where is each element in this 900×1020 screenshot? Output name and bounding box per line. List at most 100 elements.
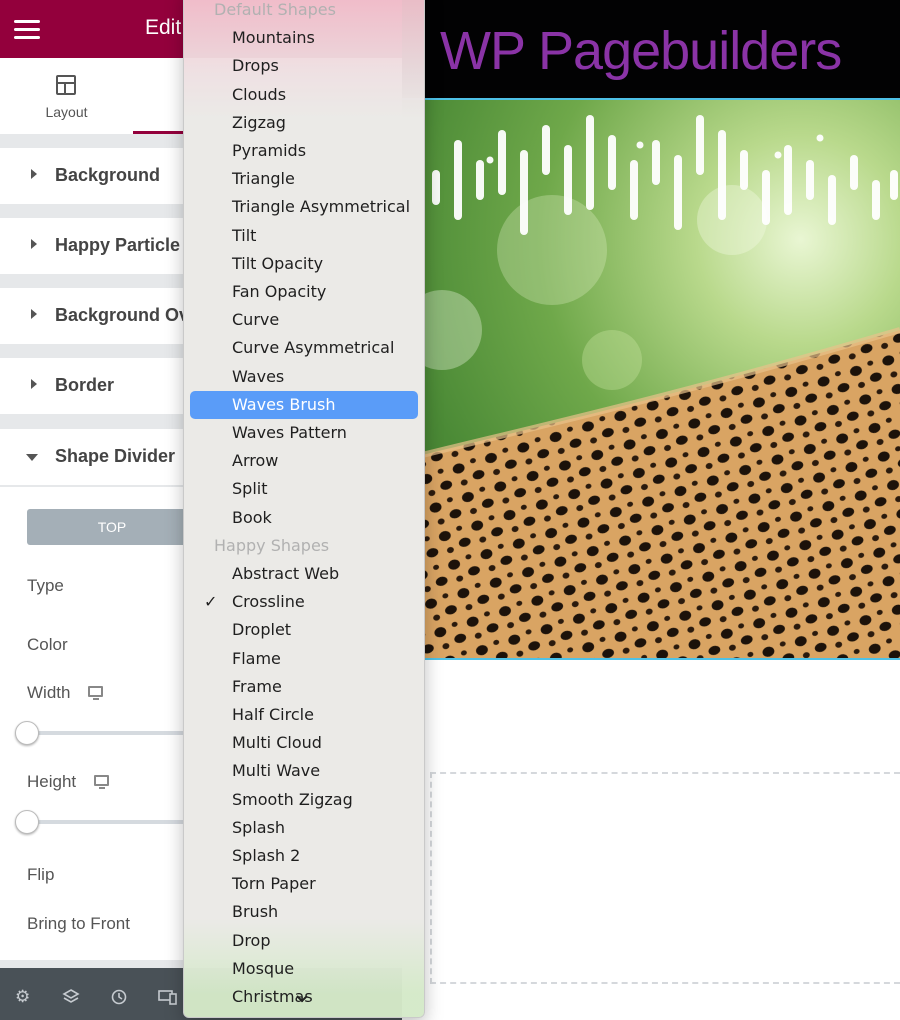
- dropdown-group-label: Default Shapes: [214, 0, 336, 19]
- dropdown-option[interactable]: Pyramids: [190, 137, 418, 165]
- dropdown-option-label: Multi Cloud: [232, 733, 322, 753]
- tab-layout-label: Layout: [45, 104, 88, 120]
- dropdown-option[interactable]: Brush: [190, 898, 418, 926]
- dropdown-option[interactable]: Droplet: [190, 616, 418, 644]
- dropdown-option-label: Drops: [232, 56, 279, 76]
- dropdown-option[interactable]: Flame: [190, 645, 418, 673]
- width-label: Width: [27, 683, 71, 702]
- panel-title: Edit: [145, 16, 182, 39]
- bring-to-front-label: Bring to Front: [27, 914, 130, 933]
- dropdown-option-label: Triangle: [232, 169, 295, 189]
- dropdown-option-label: Torn Paper: [232, 874, 316, 894]
- dropdown-option[interactable]: Fan Opacity: [190, 278, 418, 306]
- history-icon[interactable]: [110, 988, 128, 1009]
- dropdown-option[interactable]: Book: [190, 504, 418, 532]
- dropdown-option-label: Flame: [232, 648, 281, 668]
- caret-right-icon: [31, 169, 37, 179]
- layers-icon[interactable]: [62, 988, 80, 1009]
- dropdown-option-label: Tilt Opacity: [232, 253, 324, 273]
- dropdown-option[interactable]: Waves: [190, 363, 418, 391]
- dropdown-option[interactable]: ✓ Crossline: [190, 588, 418, 616]
- dropdown-option[interactable]: Splash: [190, 814, 418, 842]
- hero-section[interactable]: [402, 98, 900, 660]
- dropdown-option-label: Waves: [232, 366, 285, 386]
- dropdown-option[interactable]: Half Circle: [190, 701, 418, 729]
- shape-type-dropdown[interactable]: Default Shapes Mountains Drops Clouds Zigzag…: [183, 0, 425, 1018]
- desktop-icon[interactable]: [94, 775, 109, 789]
- dropdown-option-label: Crossline: [232, 592, 305, 612]
- dropdown-option-label: Frame: [232, 676, 282, 696]
- dropdown-option-label: Abstract Web: [232, 564, 340, 583]
- desktop-icon[interactable]: [88, 686, 103, 700]
- dropdown-option[interactable]: Drops: [190, 52, 418, 80]
- dropdown-option[interactable]: Triangle Asymmetrical: [190, 193, 418, 221]
- dropdown-option[interactable]: Multi Cloud: [190, 729, 418, 757]
- width-slider-handle[interactable]: [15, 721, 39, 745]
- dropdown-option[interactable]: Waves Brush: [190, 390, 418, 419]
- dropdown-option[interactable]: Frame: [190, 673, 418, 701]
- dropdown-option-label: Curve: [232, 310, 280, 330]
- site-logo[interactable]: WP Pagebuilders: [440, 20, 842, 82]
- section-label: Happy Particle E: [55, 235, 198, 255]
- dropdown-option[interactable]: Mountains: [190, 24, 418, 52]
- dropdown-option[interactable]: Waves Pattern: [190, 419, 418, 447]
- dropdown-option[interactable]: Zigzag: [190, 109, 418, 137]
- height-label: Height: [27, 772, 77, 791]
- responsive-icon[interactable]: [158, 988, 178, 1009]
- layout-icon: [56, 75, 76, 95]
- gear-icon[interactable]: ⚙: [15, 988, 30, 1005]
- dropdown-option[interactable]: Torn Paper: [190, 870, 418, 898]
- top-tab-button[interactable]: TOP: [27, 509, 197, 545]
- dropdown-option-label: Triangle Asymmetrical: [232, 197, 411, 217]
- caret-right-icon: [31, 379, 37, 389]
- dropdown-option[interactable]: Multi Wave: [190, 757, 418, 785]
- dropdown-option[interactable]: Clouds: [190, 81, 418, 109]
- color-label: Color: [27, 635, 68, 654]
- dropdown-option-label: Half Circle: [232, 705, 314, 724]
- dropdown-option-label: Waves Brush: [232, 394, 336, 414]
- dropdown-option-label: Splash: [232, 817, 286, 837]
- caret-down-icon: [26, 454, 38, 461]
- dropdown-option[interactable]: Smooth Zigzag: [190, 786, 418, 814]
- dropdown-option-label: Pyramids: [232, 141, 307, 160]
- dropdown-option-label: Zigzag: [232, 112, 286, 132]
- dropdown-option-label: Arrow: [232, 451, 279, 471]
- dropdown-option-label: Mosque: [232, 958, 295, 978]
- leopard-image: [402, 115, 900, 658]
- dropdown-option-label: Waves Pattern: [232, 423, 347, 442]
- dropdown-option[interactable]: Tilt Opacity: [190, 250, 418, 278]
- dropdown-option[interactable]: Curve: [190, 306, 418, 334]
- dropdown-option-label: Curve Asymmetrical: [232, 338, 395, 358]
- section-label: Background Ove: [55, 305, 200, 325]
- type-label: Type: [27, 576, 64, 595]
- dropdown-option[interactable]: Split: [190, 475, 418, 503]
- dropdown-option[interactable]: Drop: [190, 927, 418, 955]
- caret-right-icon: [31, 309, 37, 319]
- dropdown-group-label: Happy Shapes: [214, 535, 330, 555]
- dropdown-option-label: Drop: [232, 930, 271, 950]
- menu-icon[interactable]: [14, 20, 40, 40]
- section-label: Shape Divider: [55, 446, 176, 466]
- dropdown-option[interactable]: Splash 2: [190, 842, 418, 870]
- dropdown-option-label: Brush: [232, 902, 279, 922]
- chevron-down-icon[interactable]: [295, 992, 309, 1006]
- dropdown-option[interactable]: Curve Asymmetrical: [190, 334, 418, 362]
- dropdown-option-label: Mountains: [232, 28, 315, 48]
- dropdown-option-label: Book: [232, 507, 272, 527]
- section-label: Background: [55, 165, 161, 185]
- empty-section-drop-area[interactable]: [430, 772, 900, 984]
- dropdown-option[interactable]: Arrow: [190, 447, 418, 475]
- dropdown-option[interactable]: Tilt: [190, 222, 418, 250]
- height-slider-handle[interactable]: [15, 810, 39, 834]
- dropdown-option-label: Tilt: [232, 225, 257, 245]
- dropdown-option-label: Smooth Zigzag: [232, 789, 353, 809]
- dropdown-option-label: Split: [232, 479, 268, 499]
- flip-label: Flip: [27, 865, 55, 884]
- dropdown-option[interactable]: Mosque: [190, 955, 418, 983]
- dropdown-option[interactable]: Abstract Web: [190, 560, 418, 588]
- dropdown-option-label: Droplet: [232, 620, 292, 640]
- checkmark-icon: ✓: [204, 592, 218, 612]
- dropdown-option-label: Multi Wave: [232, 761, 321, 781]
- tab-layout[interactable]: Layout: [0, 58, 133, 134]
- dropdown-option[interactable]: Triangle: [190, 165, 418, 193]
